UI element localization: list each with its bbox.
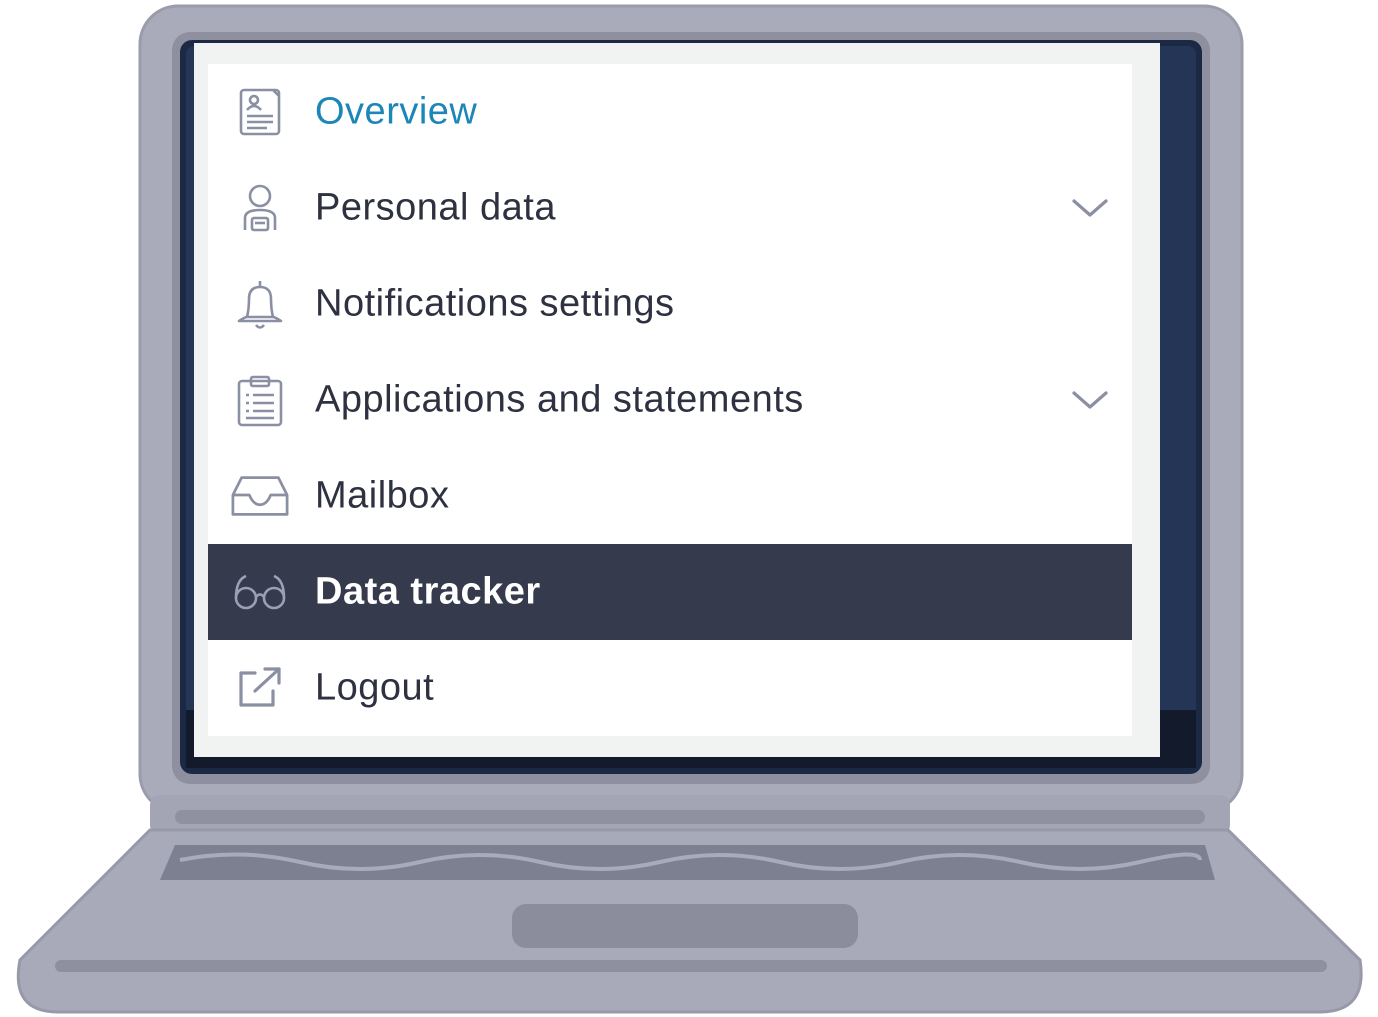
sidebar-menu: Overview Personal data Notifications set… (208, 64, 1132, 736)
laptop-illustration: Overview Personal data Notifications set… (0, 0, 1378, 1017)
menu-item-personal-data[interactable]: Personal data (208, 160, 1132, 256)
screen-content: Overview Personal data Notifications set… (194, 43, 1160, 757)
inbox-icon (230, 468, 290, 524)
glasses-icon (230, 564, 290, 620)
bell-icon (230, 276, 290, 332)
menu-item-label: Logout (315, 666, 435, 709)
chevron-down-icon[interactable] (1068, 193, 1112, 223)
menu-item-label: Overview (315, 90, 478, 133)
chevron-down-icon[interactable] (1068, 385, 1112, 415)
menu-item-notifications-settings[interactable]: Notifications settings (208, 256, 1132, 352)
menu-item-label: Personal data (315, 186, 556, 229)
menu-item-label: Notifications settings (315, 282, 675, 325)
menu-item-applications-and-statements[interactable]: Applications and statements (208, 352, 1132, 448)
menu-item-label: Applications and statements (315, 378, 804, 421)
menu-item-logout[interactable]: Logout (208, 640, 1132, 736)
menu-item-mailbox[interactable]: Mailbox (208, 448, 1132, 544)
person-icon (230, 180, 290, 236)
menu-item-label: Data tracker (315, 570, 541, 613)
menu-item-overview[interactable]: Overview (208, 64, 1132, 160)
menu-item-label: Mailbox (315, 474, 450, 517)
clipboard-icon (230, 372, 290, 428)
external-link-icon (230, 660, 290, 716)
document-icon (230, 84, 290, 140)
menu-item-data-tracker[interactable]: Data tracker (208, 544, 1132, 640)
